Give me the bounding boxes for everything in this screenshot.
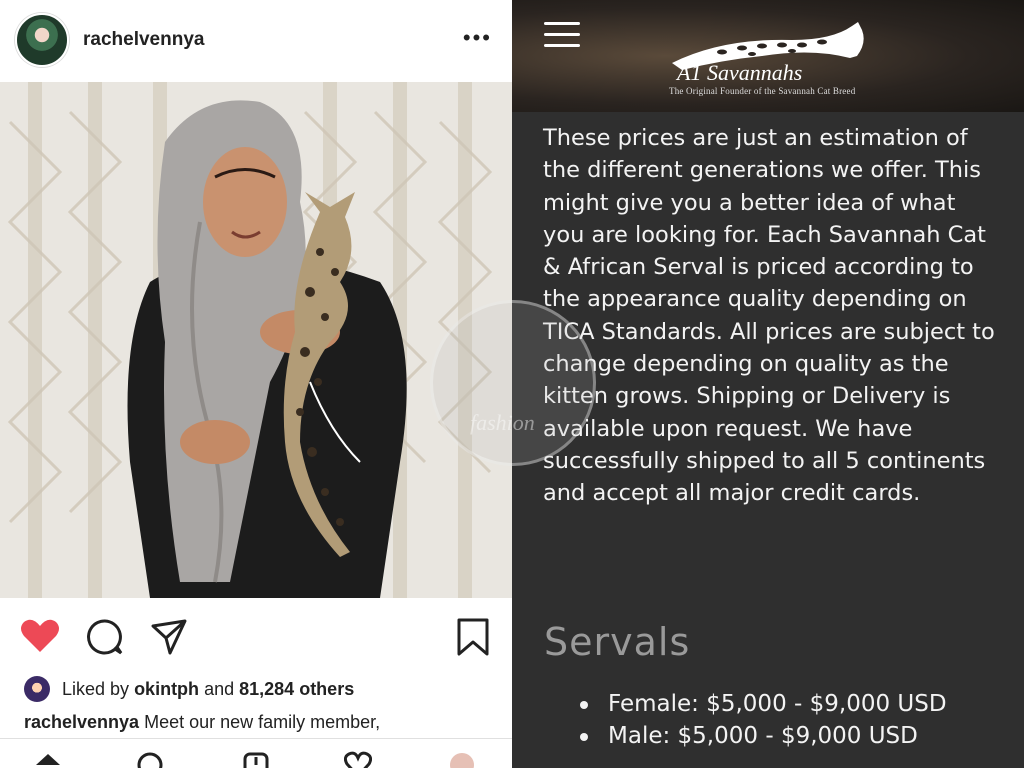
- liked-by-and: and: [204, 678, 235, 699]
- logo-tagline: The Original Founder of the Savannah Cat…: [669, 86, 856, 96]
- instagram-post: rachelvennya ••• Liked by okintph and 81…: [0, 0, 512, 768]
- post-caption: rachelvennya Meet our new family member,: [24, 712, 380, 733]
- website-panel: A1 Savannahs The Original Founder of the…: [512, 0, 1024, 768]
- likes-count[interactable]: 81,284 others: [239, 679, 354, 700]
- share-icon[interactable]: [150, 618, 188, 656]
- activity-heart-icon[interactable]: [344, 751, 372, 768]
- site-header: A1 Savannahs The Original Founder of the…: [512, 0, 1024, 112]
- menu-hamburger-icon[interactable]: [544, 22, 580, 48]
- new-post-icon[interactable]: [242, 751, 270, 768]
- caption-username[interactable]: rachelvennya: [24, 712, 139, 732]
- caption-text: Meet our new family member,: [144, 712, 381, 732]
- price-female: Female: $5,000 - $9,000 USD: [578, 688, 947, 720]
- bookmark-icon[interactable]: [456, 618, 490, 656]
- serval-price-list: Female: $5,000 - $9,000 USD Male: $5,000…: [578, 688, 947, 752]
- profile-avatar[interactable]: [15, 13, 69, 67]
- comment-icon[interactable]: [86, 618, 124, 656]
- liked-by-prefix: Liked by: [62, 678, 130, 699]
- more-options-icon[interactable]: •••: [463, 25, 492, 51]
- pricing-description: These prices are just an estimation of t…: [543, 125, 995, 507]
- price-male: Male: $5,000 - $9,000 USD: [578, 720, 947, 752]
- like-heart-icon[interactable]: [20, 618, 60, 654]
- profile-tab-icon[interactable]: [448, 751, 476, 768]
- liker-avatar[interactable]: [24, 676, 50, 702]
- post-header: rachelvennya •••: [0, 0, 512, 80]
- logo-name: A1 Savannahs: [677, 60, 803, 85]
- likes-row: Liked by okintph and 81,284 others: [24, 676, 354, 702]
- post-username[interactable]: rachelvennya: [83, 29, 204, 51]
- post-actions: [0, 600, 512, 670]
- home-icon[interactable]: [34, 751, 62, 768]
- servals-heading: Servals: [544, 620, 691, 664]
- photo-illustration: [0, 82, 512, 598]
- liked-by-user[interactable]: okintph: [134, 679, 199, 700]
- post-photo[interactable]: [0, 82, 512, 598]
- search-icon[interactable]: [136, 751, 164, 768]
- bottom-nav: [0, 738, 512, 768]
